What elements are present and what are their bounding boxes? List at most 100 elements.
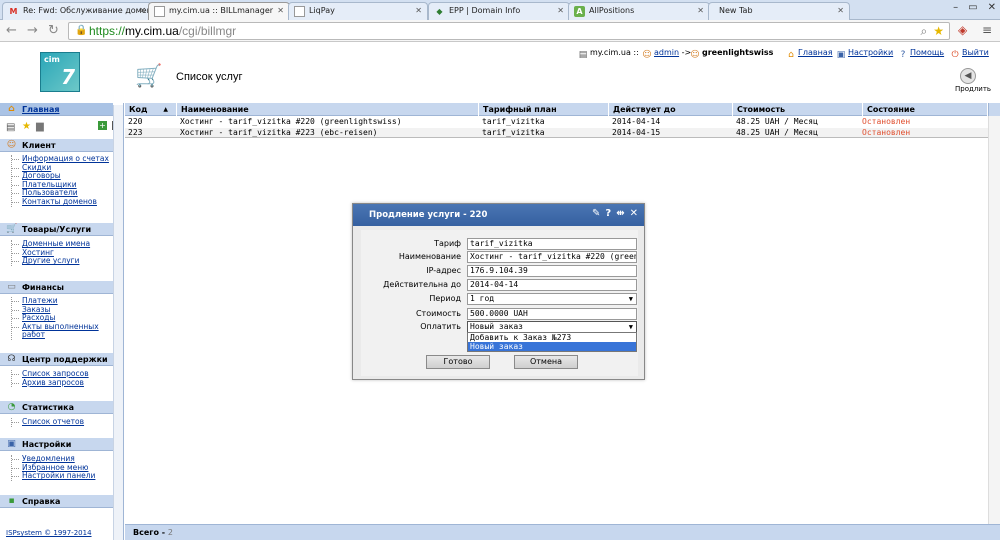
server-icon: ▤ [578,50,588,60]
sidebar-section-support[interactable]: ☊ Центр поддержки [0,353,113,366]
back-icon[interactable]: ← [6,23,17,38]
browser-tab-billmanager[interactable]: my.cim.ua :: BILLmanager ✕ [148,2,290,20]
tariff-field[interactable]: tarif_vizitka [467,238,637,250]
logout-link[interactable]: ⏻ Выйти [950,48,988,60]
grid-scrollbar[interactable] [988,116,1000,524]
close-tab-icon[interactable]: ✕ [277,6,284,15]
column-name[interactable]: Наименование [177,103,479,116]
ip-label: IP-адрес [426,266,461,275]
menu-icon[interactable]: ≡ [982,23,992,37]
server-label: ▤ my.cim.ua :: [578,48,639,60]
cell-until: 2014-04-14 [612,117,661,126]
help-link[interactable]: ? Помощь [898,48,944,60]
close-tab-icon[interactable]: ✕ [415,6,422,15]
period-select[interactable]: 1 год ▼ [467,293,637,305]
sidebar-item-reports[interactable]: Список отчетов [12,417,84,427]
table-row[interactable]: 220 Хостинг - tarif_vizitka #220 (greenl… [125,117,988,127]
cim-logo[interactable]: cim 7 [40,52,80,92]
sidebar-item-acts[interactable]: Акты выполненных работ [12,322,112,340]
browser-tab-strip: M Re: Fwd: Обслуживание домена ✕ my.cim.… [0,0,1000,20]
valid-until-field[interactable]: 2014-04-14 [467,279,637,291]
url-field[interactable]: 🔒 https://my.cim.ua/cgi/billmgr ⌕ ★ [68,22,950,40]
close-window-icon[interactable]: ✕ [988,2,996,13]
column-until[interactable]: Действует до [609,103,733,116]
name-field[interactable]: Хостинг - tarif_vizitka #220 (greenlight… [467,251,637,263]
column-plan[interactable]: Тарифный план [479,103,609,116]
sidebar-item-requests-archive[interactable]: Архив запросов [12,378,89,388]
dropdown-arrow-icon: ▼ [628,323,633,331]
browser-tab-epp[interactable]: ◆ EPP | Domain Info ✕ [428,2,570,20]
briefcase-icon[interactable]: ▆ [36,121,44,132]
cell-code: 220 [128,117,143,126]
dialog-title: Продление услуги - 220 [369,210,488,220]
sidebar-section-goods[interactable]: 🛒 Товары/Услуги [0,223,113,236]
sidebar-item-other-services[interactable]: Другие услуги [12,257,90,266]
pay-option-add-to-order[interactable]: Добавить к Заказ №273 [468,333,636,342]
cell-until: 2014-04-15 [612,128,661,137]
user-icon: ☺ [642,50,652,60]
ip-field[interactable]: 176.9.104.39 [467,265,637,277]
cell-cost: 48.25 UAH / Месяц [736,117,818,126]
sidebar-section-help[interactable]: ▪ Справка [0,495,113,508]
browser-tab-new[interactable]: New Tab ✕ [708,2,850,20]
expand-all-icon[interactable]: + [98,121,107,130]
sidebar-scrollbar[interactable] [113,105,123,540]
user-icon: ☺ [690,50,700,60]
close-tab-icon[interactable]: ✕ [139,6,146,15]
table-row[interactable]: 223 Хостинг - tarif_vizitka #223 (ebc-re… [125,128,988,138]
sidebar-main[interactable]: ⌂ Главная [0,103,113,116]
total-label: Всего - [133,528,166,537]
lock-icon: 🔒 [75,25,88,36]
search-icon[interactable]: ⌕ [921,24,928,39]
column-state[interactable]: Состояние [863,103,988,116]
sidebar-footer-link[interactable]: ISPsystem © 1997-2014 [6,529,92,537]
tab-title: New Tab [719,6,753,15]
home-link[interactable]: ⌂ Главная [786,48,832,60]
name-label: Наименование [398,252,461,261]
close-tab-icon[interactable]: ✕ [557,6,564,15]
tariff-label: Тариф [434,239,461,248]
table-footer: Всего - 2 [125,524,1000,540]
tab-title: AllPositions [589,6,635,15]
cancel-button[interactable]: Отмена [514,355,578,369]
close-tab-icon[interactable]: ✕ [697,6,704,15]
grid-settings-icon[interactable] [988,103,1000,116]
dialog-close-icon[interactable]: ✕ [630,208,638,219]
close-tab-icon[interactable]: ✕ [837,6,844,15]
sidebar-section-statistics[interactable]: ◔ Статистика [0,401,113,414]
pin-icon[interactable]: ✎ [592,208,600,219]
settings-link[interactable]: ▣ Настройки [836,48,893,60]
extend-label[interactable]: Продлить [955,85,991,93]
dialog-help-icon[interactable]: ? [605,208,611,219]
pay-option-new-order[interactable]: Новый заказ [468,342,636,351]
browser-tab-liqpay[interactable]: LiqPay ✕ [288,2,428,20]
ok-button[interactable]: Готово [426,355,490,369]
browser-tab-gmail[interactable]: M Re: Fwd: Обслуживание домена ✕ [2,2,152,20]
sidebar-item-panel-settings[interactable]: Настройки панели [12,472,95,481]
tree-view-icon[interactable]: ▤ [6,122,15,133]
browser-tab-allpositions[interactable]: A AllPositions ✕ [568,2,710,20]
maximize-icon[interactable]: ▭ [968,2,977,13]
bookmark-star-icon[interactable]: ★ [933,24,944,39]
favorites-star-icon[interactable]: ★ [22,121,31,132]
column-cost[interactable]: Стоимость [733,103,863,116]
forward-icon[interactable]: → [27,23,38,38]
sidebar-section-finance[interactable]: ▭ Финансы [0,281,113,294]
sidebar-item-domain-contacts[interactable]: Контакты доменов [12,197,109,207]
extend-icon[interactable]: ◀ [960,68,976,84]
pay-dropdown-list: Добавить к Заказ №273 Новый заказ [467,332,637,352]
sidebar-section-client[interactable]: ☺ Клиент [0,139,113,152]
extension-icon[interactable]: ◈ [958,23,967,37]
cost-field[interactable]: 500.0000 UAH [467,308,637,320]
admin-link[interactable]: ☺ admin -> [642,48,691,60]
pay-value: Новый заказ [470,322,523,331]
page-title: Список услуг [176,71,243,83]
sidebar-section-settings[interactable]: ▣ Настройки [0,438,113,451]
dialog-title-bar[interactable]: Продление услуги - 220 ✎ ? ⇹ ✕ [353,204,644,226]
tab-title: EPP | Domain Info [449,6,521,15]
minimize-icon[interactable]: – [953,2,958,13]
cell-state: Остановлен [862,117,911,126]
reload-icon[interactable]: ↻ [48,23,59,38]
dialog-resize-icon[interactable]: ⇹ [616,208,624,219]
column-code[interactable]: Код ▲ [125,103,177,116]
